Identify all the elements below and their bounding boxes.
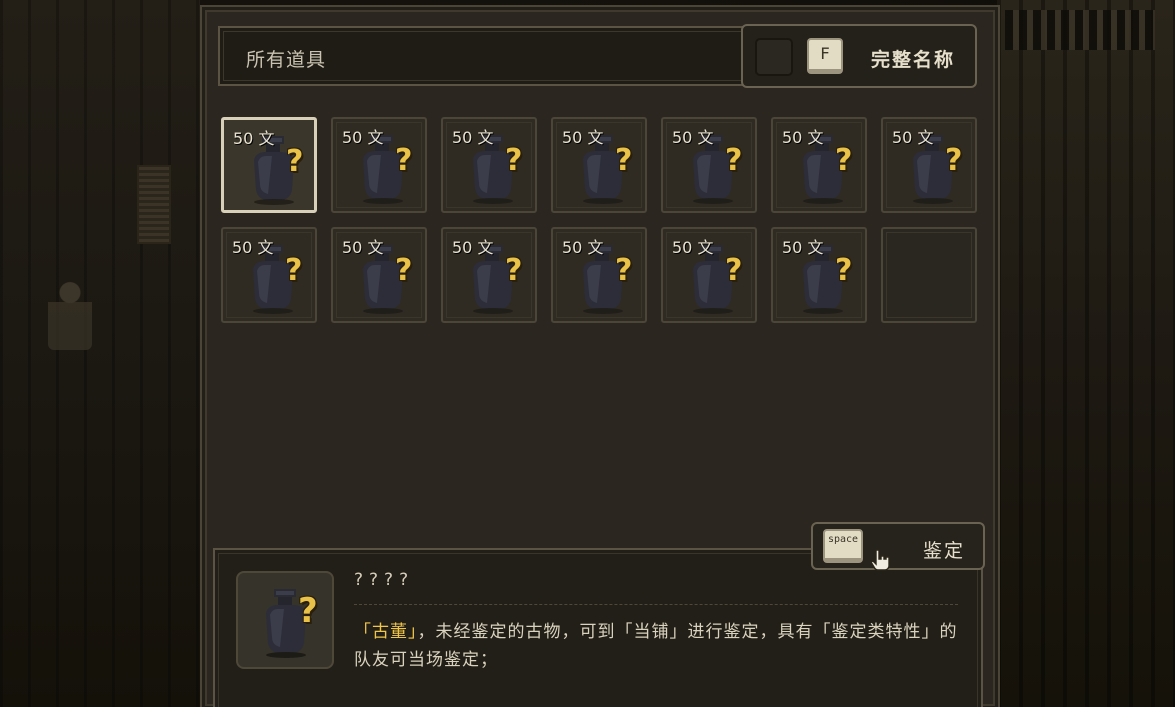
unknown-mark-icon: ? bbox=[835, 143, 853, 178]
item-price: 50 文 bbox=[782, 128, 824, 147]
unknown-mark-icon: ? bbox=[395, 143, 413, 178]
unknown-mark-icon: ? bbox=[285, 253, 303, 288]
item-slot[interactable]: ? 50 文 bbox=[551, 117, 647, 213]
detail-divider bbox=[354, 604, 958, 605]
unknown-mark-icon: ? bbox=[505, 253, 523, 288]
item-price: 50 文 bbox=[782, 238, 824, 257]
unknown-mark-icon: ? bbox=[725, 253, 743, 288]
detail-description: 「古董」，未经鉴定的古物，可到「当铺」进行鉴定，具有「鉴定类特性」的队友可当场鉴… bbox=[354, 618, 964, 674]
unknown-mark-icon: ? bbox=[615, 253, 633, 288]
item-slot[interactable]: ? 50 文 bbox=[551, 227, 647, 323]
background-shelf bbox=[1005, 10, 1155, 50]
item-slot[interactable]: ? 50 文 bbox=[331, 227, 427, 323]
unknown-mark-icon: ? bbox=[725, 143, 743, 178]
fullname-checkbox[interactable] bbox=[755, 38, 793, 76]
item-price: 50 文 bbox=[342, 128, 384, 147]
fullname-toggle[interactable]: F 完整名称 bbox=[741, 24, 977, 88]
background-room-left bbox=[0, 0, 200, 707]
item-slot[interactable]: ? 50 文 bbox=[441, 117, 537, 213]
item-slot[interactable]: ? 50 文 bbox=[771, 117, 867, 213]
unknown-mark-icon: ? bbox=[835, 253, 853, 288]
item-price: 50 文 bbox=[562, 238, 604, 257]
background-room-right bbox=[997, 0, 1175, 707]
detail-jar-icon: ? bbox=[258, 587, 318, 659]
item-price: 50 文 bbox=[562, 128, 604, 147]
item-price: 50 文 bbox=[232, 238, 274, 257]
appraise-button[interactable]: space 鉴定 bbox=[811, 522, 985, 571]
item-price: 50 文 bbox=[672, 238, 714, 257]
item-price: 50 文 bbox=[892, 128, 934, 147]
unknown-mark-icon: ? bbox=[298, 591, 318, 631]
fullname-label: 完整名称 bbox=[871, 49, 956, 71]
item-slot[interactable]: ? 50 文 bbox=[771, 227, 867, 323]
item-slot[interactable]: ? 50 文 bbox=[881, 117, 977, 213]
unknown-mark-icon: ? bbox=[615, 143, 633, 178]
item-price: 50 文 bbox=[672, 128, 714, 147]
appraise-label: 鉴定 bbox=[923, 540, 966, 562]
unknown-mark-icon: ? bbox=[286, 144, 304, 179]
item-price: 50 文 bbox=[342, 238, 384, 257]
f-key-icon: F bbox=[807, 38, 843, 74]
detail-highlight-antique: 「古董」 bbox=[354, 622, 418, 642]
detail-item-icon: ? bbox=[236, 571, 334, 669]
item-filter-dropdown[interactable]: 所有道具 bbox=[218, 26, 748, 86]
background-hanging-scroll bbox=[137, 165, 171, 244]
unknown-mark-icon: ? bbox=[395, 253, 413, 288]
detail-description-text: ，未经鉴定的古物，可到「当铺」进行鉴定，具有「鉴定类特性」的队友可当场鉴定； bbox=[354, 622, 958, 670]
background-character bbox=[48, 280, 92, 350]
unknown-mark-icon: ? bbox=[945, 143, 963, 178]
detail-title: ???? bbox=[354, 570, 415, 590]
item-slot[interactable]: ? 50 文 bbox=[221, 117, 317, 213]
item-slot[interactable]: ? 50 文 bbox=[661, 227, 757, 323]
pointing-hand-icon bbox=[870, 549, 890, 571]
empty-item-slot[interactable] bbox=[881, 227, 977, 323]
item-slot[interactable]: ? 50 文 bbox=[331, 117, 427, 213]
space-key-icon: space bbox=[823, 529, 863, 563]
item-slot[interactable]: ? 50 文 bbox=[661, 117, 757, 213]
item-price: 50 文 bbox=[452, 238, 494, 257]
item-slot[interactable]: ? 50 文 bbox=[441, 227, 537, 323]
filter-label: 所有道具 bbox=[246, 49, 327, 71]
item-price: 50 文 bbox=[452, 128, 494, 147]
unknown-mark-icon: ? bbox=[505, 143, 523, 178]
item-price: 50 文 bbox=[233, 129, 275, 148]
item-slot[interactable]: ? 50 文 bbox=[221, 227, 317, 323]
game-scene: 所有道具 F 完整名称 ? 50 文 ? 50 文 ? 50 文 ? 50 文 … bbox=[0, 0, 1175, 707]
